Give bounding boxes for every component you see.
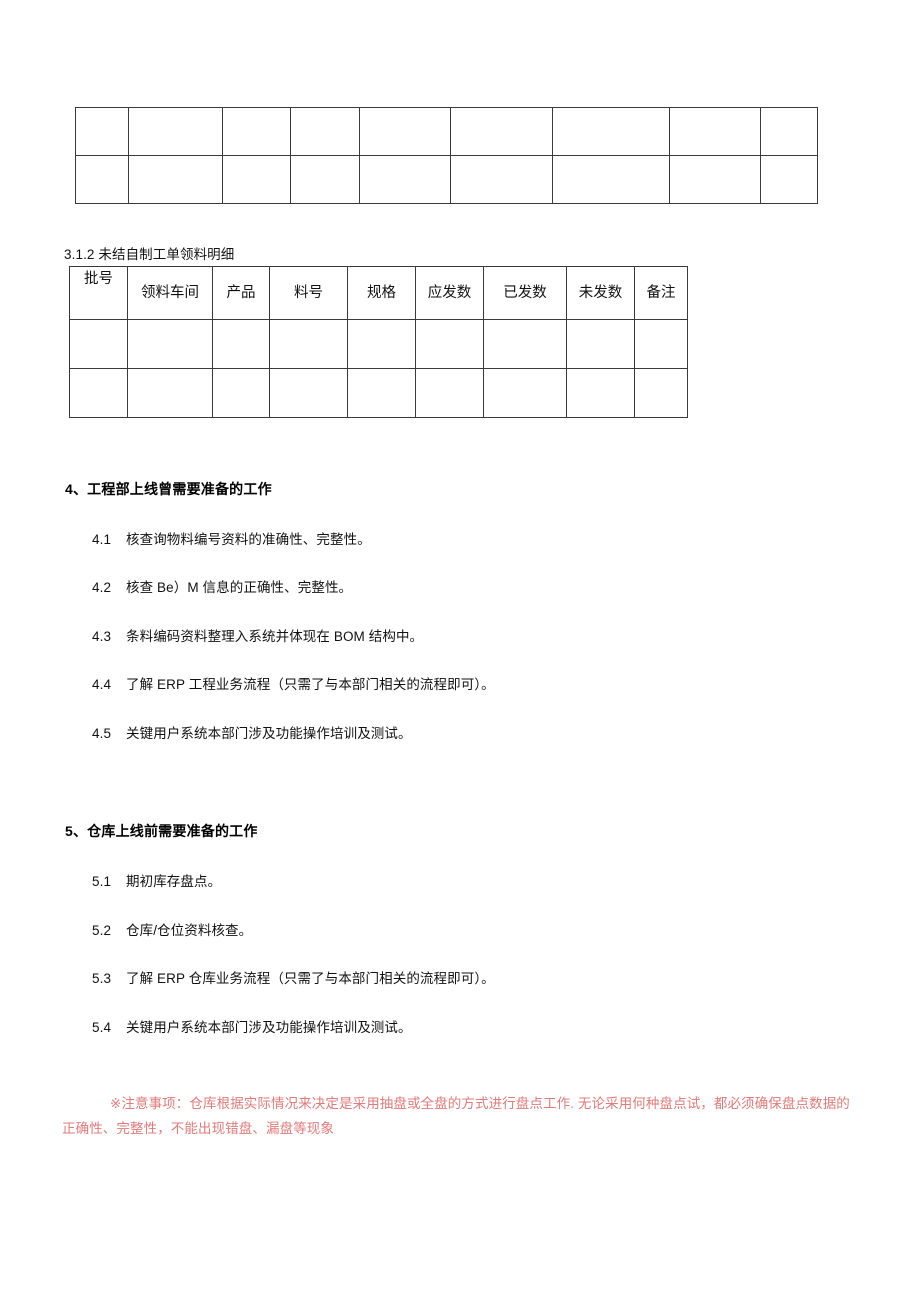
list-item-text: 了解 ERP 工程业务流程（只需了与本部门相关的流程即可）。 <box>126 677 495 692</box>
list-item-number: 5.4 <box>92 1020 112 1035</box>
column-header-issued-qty: 已发数 <box>483 266 567 320</box>
list-item-5-1: 5.1 期初库存盘点。 <box>92 870 221 890</box>
column-header-material-no: 料号 <box>269 266 348 320</box>
list-item-number: 4.3 <box>92 629 112 644</box>
column-header-workshop: 领料车间 <box>127 266 213 320</box>
list-item-number: 4.4 <box>92 677 112 692</box>
list-item-4-5: 4.5 关键用户系统本部门涉及功能操作培训及测试。 <box>92 722 412 742</box>
table-cell <box>415 368 484 418</box>
table-cell <box>75 107 129 156</box>
table-cell <box>127 319 213 369</box>
table-header-row: 批号 领料车间 产品 料号 规格 应发数 已发数 未发数 备注 <box>69 266 688 320</box>
list-item-text: 核查询物料编号资料的准确性、完整性。 <box>126 532 371 547</box>
table-cell <box>450 107 553 156</box>
table-cell <box>552 155 670 204</box>
list-item-number: 4.1 <box>92 532 112 547</box>
empty-continuation-table <box>75 107 818 204</box>
document-page: 3.1.2 未结自制工单领料明细 批号 领料车间 产品 料号 规格 应发数 已发… <box>0 0 920 1301</box>
table-row <box>75 155 818 204</box>
list-item-4-4: 4.4 了解 ERP 工程业务流程（只需了与本部门相关的流程即可）。 <box>92 673 495 693</box>
table-cell <box>347 319 416 369</box>
table-cell <box>483 319 567 369</box>
table-cell <box>415 319 484 369</box>
table-cell <box>269 368 348 418</box>
list-item-text: 了解 ERP 仓库业务流程（只需了与本部门相关的流程即可）。 <box>126 971 495 986</box>
section-heading-4: 4、工程部上线曾需要准备的工作 <box>65 481 272 497</box>
list-item-text: 仓库/仓位资料核查。 <box>126 923 253 938</box>
list-item-4-1: 4.1 核查询物料编号资料的准确性、完整性。 <box>92 528 371 548</box>
list-item-4-2: 4.2 核查 Be）M 信息的正确性、完整性。 <box>92 576 352 596</box>
table-cell <box>75 155 129 204</box>
table-cell <box>566 319 635 369</box>
list-item-text: 核查 Be）M 信息的正确性、完整性。 <box>126 580 353 595</box>
table-cell <box>127 368 213 418</box>
list-item-number: 4.2 <box>92 580 112 595</box>
list-item-text: 条料编码资料整理入系统并体现在 BOM 结构中。 <box>126 629 424 644</box>
list-item-5-2: 5.2 仓库/仓位资料核查。 <box>92 919 252 939</box>
table-cell <box>359 107 451 156</box>
table-row <box>75 107 818 156</box>
materials-detail-table: 批号 领料车间 产品 料号 规格 应发数 已发数 未发数 备注 <box>69 266 688 418</box>
list-item-number: 5.2 <box>92 923 112 938</box>
list-item-5-4: 5.4 关键用户系统本部门涉及功能操作培训及测试。 <box>92 1016 412 1036</box>
table-cell <box>552 107 670 156</box>
table-cell <box>290 107 360 156</box>
attention-note: ※注意事项：仓库根据实际情况来决定是采用抽盘或全盘的方式进行盘点工作. 无论采用… <box>62 1096 850 1136</box>
table-cell <box>269 319 348 369</box>
list-item-text: 关键用户系统本部门涉及功能操作培训及测试。 <box>126 1020 412 1035</box>
table-row <box>69 368 688 418</box>
table-cell <box>669 107 761 156</box>
column-header-spec: 规格 <box>347 266 416 320</box>
table-cell <box>128 155 223 204</box>
column-header-due-qty: 应发数 <box>415 266 484 320</box>
list-item-number: 5.1 <box>92 874 112 889</box>
table-cell <box>359 155 451 204</box>
table-cell <box>450 155 553 204</box>
table-cell <box>69 319 128 369</box>
list-item-number: 5.3 <box>92 971 112 986</box>
list-item-number: 4.5 <box>92 726 112 741</box>
table-cell <box>222 155 291 204</box>
table-cell <box>222 107 291 156</box>
list-item-text: 关键用户系统本部门涉及功能操作培训及测试。 <box>126 726 412 741</box>
table-row <box>69 319 688 369</box>
column-header-product: 产品 <box>212 266 270 320</box>
column-header-batch-no: 批号 <box>69 266 128 320</box>
table-cell <box>212 319 270 369</box>
table-cell <box>483 368 567 418</box>
table-cell <box>347 368 416 418</box>
table-cell <box>290 155 360 204</box>
section-heading-5: 5、仓库上线前需要准备的工作 <box>65 823 258 839</box>
column-header-unissued-qty: 未发数 <box>566 266 635 320</box>
table-cell <box>760 155 818 204</box>
table-cell <box>566 368 635 418</box>
table-cell <box>669 155 761 204</box>
column-header-remark: 备注 <box>634 266 688 320</box>
table-cell <box>69 368 128 418</box>
list-item-text: 期初库存盘点。 <box>126 874 222 889</box>
table-cell <box>212 368 270 418</box>
list-item-5-3: 5.3 了解 ERP 仓库业务流程（只需了与本部门相关的流程即可）。 <box>92 967 495 987</box>
table-cell <box>128 107 223 156</box>
table-cell <box>634 319 688 369</box>
table-caption-3-1-2: 3.1.2 未结自制工单领料明细 <box>64 247 235 262</box>
table-cell <box>760 107 818 156</box>
list-item-4-3: 4.3 条料编码资料整理入系统并体现在 BOM 结构中。 <box>92 625 423 645</box>
table-cell <box>634 368 688 418</box>
